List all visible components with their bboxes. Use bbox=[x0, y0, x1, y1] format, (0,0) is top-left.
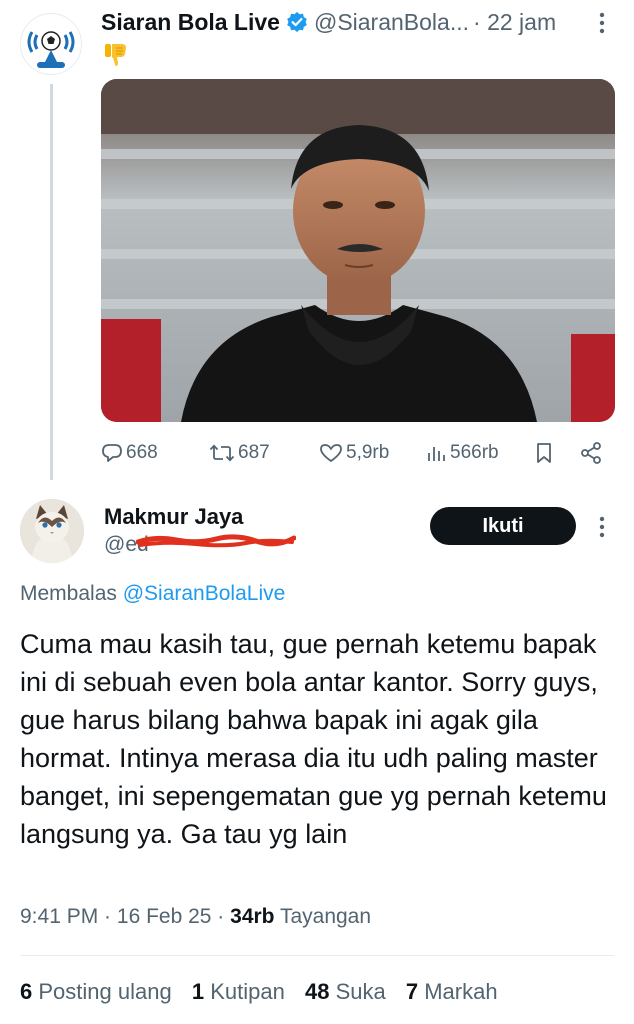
views-count: 566rb bbox=[450, 442, 499, 463]
tweet-header: Siaran Bola Live @SiaranBola... · 22 jam bbox=[101, 6, 601, 38]
cat-avatar-icon bbox=[20, 499, 84, 563]
replying-prefix: Membalas bbox=[20, 582, 117, 605]
reply-text: Cuma mau kasih tau, gue pernah ketemu ba… bbox=[20, 629, 607, 849]
views-action[interactable]: 566rb bbox=[425, 438, 499, 468]
verified-badge-icon bbox=[287, 12, 307, 32]
share-action[interactable] bbox=[579, 438, 603, 468]
tweet-photo[interactable] bbox=[101, 79, 615, 422]
share-icon bbox=[581, 442, 601, 464]
reply-action[interactable]: 668 bbox=[101, 438, 158, 468]
reply-views-count: 34rb bbox=[230, 905, 275, 928]
more-vertical-icon[interactable] bbox=[592, 10, 612, 36]
reply-count: 668 bbox=[126, 442, 158, 463]
repost-count: 687 bbox=[238, 442, 270, 463]
reply-meta: 9:41 PM · 16 Feb 25 · 34rb Tayangan bbox=[20, 905, 372, 928]
quotes-label: Kutipan bbox=[210, 979, 285, 1004]
author-name[interactable]: Siaran Bola Live bbox=[101, 9, 280, 36]
reply-author-name[interactable]: Makmur Jaya bbox=[104, 504, 243, 530]
author-handle[interactable]: @SiaranBola... bbox=[314, 9, 469, 36]
tweet-actions: 668 687 5,9rb 566rb bbox=[101, 438, 615, 468]
reply-views-label: Tayangan bbox=[279, 905, 372, 928]
reply-date[interactable]: 16 Feb 25 bbox=[117, 905, 212, 928]
likes-count: 48 bbox=[304, 979, 330, 1004]
thread-line bbox=[50, 84, 53, 480]
like-action[interactable]: 5,9rb bbox=[319, 438, 389, 468]
heart-icon bbox=[320, 444, 342, 462]
likes-stat[interactable]: 48 Suka bbox=[305, 979, 392, 1004]
logo-football-broadcast-icon bbox=[27, 31, 75, 68]
reply-bubble-icon bbox=[102, 444, 122, 462]
divider bbox=[20, 955, 614, 956]
bookmark-action[interactable] bbox=[533, 438, 555, 468]
redaction-scribble bbox=[136, 534, 296, 548]
quotes-count: 1 bbox=[191, 979, 205, 1004]
reposts-stat[interactable]: 6 Posting ulang bbox=[20, 979, 178, 1004]
repost-action[interactable]: 687 bbox=[209, 438, 270, 468]
tweet-time[interactable]: · 22 jam bbox=[473, 9, 556, 36]
thumbs-down-icon bbox=[105, 44, 126, 66]
quotes-stat[interactable]: 1 Kutipan bbox=[192, 979, 291, 1004]
bookmark-icon bbox=[537, 443, 551, 463]
bookmarks-count: 7 bbox=[405, 979, 419, 1004]
avatar-makmur-jaya[interactable] bbox=[20, 499, 84, 563]
bookmarks-label: Markah bbox=[424, 979, 498, 1004]
follow-button[interactable]: Ikuti bbox=[430, 507, 576, 545]
avatar-siaran-bola-live[interactable] bbox=[20, 13, 82, 75]
reposts-count: 6 bbox=[20, 979, 33, 1004]
bookmarks-stat[interactable]: 7 Markah bbox=[406, 979, 498, 1004]
reply-stats: 6 Posting ulang 1 Kutipan 48 Suka 7 Mark… bbox=[20, 979, 512, 1005]
views-bars-icon bbox=[428, 447, 445, 461]
like-count: 5,9rb bbox=[346, 442, 390, 463]
repost-arrows-icon bbox=[209, 444, 235, 462]
replying-to-handle[interactable]: @SiaranBolaLive bbox=[123, 582, 286, 605]
more-vertical-icon[interactable] bbox=[592, 514, 612, 540]
reposts-label: Posting ulang bbox=[38, 979, 172, 1004]
thumbs-down-emoji bbox=[102, 40, 130, 68]
reply-time[interactable]: 9:41 PM bbox=[20, 905, 98, 928]
likes-label: Suka bbox=[335, 979, 386, 1004]
photo-coach-portrait bbox=[101, 79, 615, 422]
replying-to: Membalas @SiaranBolaLive bbox=[20, 582, 285, 606]
